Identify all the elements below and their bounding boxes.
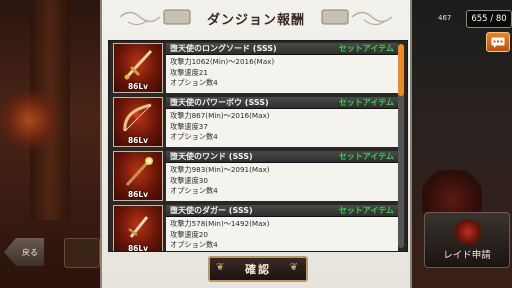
- raid-request-label: レイド申請: [443, 250, 491, 261]
- attack-power: 攻撃力1062(Min)〜2016(Max): [170, 57, 275, 66]
- set-item-tag: セットアイテム: [338, 44, 394, 53]
- item-header: 堕天使のワンド (SSS) セットアイテム: [166, 151, 398, 163]
- item-stats: 攻撃力983(Min)〜2091(Max) 攻撃速度30 オプション数4: [166, 163, 398, 201]
- item-header: 堕天使のパワーボウ (SSS) セットアイテム: [166, 97, 398, 109]
- item-stats: 攻撃力1062(Min)〜2016(Max) 攻撃速度21 オプション数4: [166, 55, 398, 93]
- chat-button[interactable]: [486, 32, 510, 52]
- attack-power: 攻撃力983(Min)〜2091(Max): [170, 165, 270, 174]
- item-level: 86Lv: [127, 82, 149, 91]
- item-stats: 攻撃力578(Min)〜1492(Max) 攻撃速度20 オプション数4: [166, 217, 398, 251]
- option-count: オプション数4: [170, 132, 218, 141]
- set-item-tag: セットアイテム: [338, 206, 394, 215]
- reward-list[interactable]: 86Lv 堕天使のロングソード (SSS) セットアイテム 攻撃力1062(Mi…: [108, 40, 408, 252]
- reward-item[interactable]: 86Lv 堕天使のパワーボウ (SSS) セットアイテム 攻撃力867(Min)…: [113, 97, 398, 147]
- reward-item[interactable]: 86Lv 堕天使のワンド (SSS) セットアイテム 攻撃力983(Min)〜2…: [113, 151, 398, 201]
- back-button-label: 戻る: [22, 247, 38, 257]
- item-name: 堕天使のダガー (SSS): [170, 206, 253, 215]
- reward-item[interactable]: 86Lv 堕天使のダガー (SSS) セットアイテム 攻撃力578(Min)〜1…: [113, 205, 398, 252]
- list-scrollbar[interactable]: [398, 44, 404, 248]
- chat-icon: [491, 33, 505, 52]
- background-torch: [0, 90, 60, 150]
- dungeon-reward-modal: ダンジョン報酬 86Lv 堕天使のロングソード (SSS) セットアイテム 攻撃…: [100, 0, 412, 288]
- raid-request-button[interactable]: レイド申請: [424, 212, 510, 268]
- raid-dragon-icon: [453, 219, 483, 245]
- item-header: 堕天使のダガー (SSS) セットアイテム: [166, 205, 398, 217]
- attack-speed: 攻撃速度37: [170, 121, 208, 131]
- attack-power: 攻撃力578(Min)〜1492(Max): [170, 219, 270, 228]
- attack-speed: 攻撃速度20: [170, 229, 208, 239]
- ornament-right-icon: ❦: [289, 262, 300, 273]
- attack-power: 攻撃力867(Min)〜2016(Max): [170, 111, 270, 120]
- item-level: 86Lv: [127, 244, 149, 252]
- item-thumbnail: 86Lv: [113, 97, 163, 147]
- item-thumbnail: 86Lv: [113, 43, 163, 93]
- item-level: 86Lv: [127, 190, 149, 199]
- item-level: 86Lv: [127, 136, 149, 145]
- confirm-button-label: 確認: [245, 263, 271, 276]
- item-name: 堕天使のワンド (SSS): [170, 152, 253, 161]
- stamina-counter: 655 / 80: [466, 10, 512, 28]
- set-item-tag: セットアイテム: [338, 152, 394, 161]
- item-thumbnail: 86Lv: [113, 205, 163, 252]
- ornament-left-icon: ❦: [216, 262, 227, 273]
- option-count: オプション数4: [170, 240, 218, 249]
- confirm-button[interactable]: ❦ 確認 ❦: [208, 256, 308, 282]
- attack-speed: 攻撃速度21: [170, 67, 208, 77]
- item-stats: 攻撃力867(Min)〜2016(Max) 攻撃速度37 オプション数4: [166, 109, 398, 147]
- reward-item[interactable]: 86Lv 堕天使のロングソード (SSS) セットアイテム 攻撃力1062(Mi…: [113, 43, 398, 93]
- item-name: 堕天使のパワーボウ (SSS): [170, 98, 269, 107]
- title-ornament-right: [320, 6, 394, 28]
- item-thumbnail: 86Lv: [113, 151, 163, 201]
- resource-count: 467: [438, 14, 452, 22]
- item-name: 堕天使のロングソード (SSS): [170, 44, 277, 53]
- set-item-tag: セットアイテム: [338, 98, 394, 107]
- scrollbar-thumb[interactable]: [398, 44, 404, 96]
- option-count: オプション数4: [170, 186, 218, 195]
- left-menu-chip[interactable]: [64, 238, 100, 268]
- attack-speed: 攻撃速度30: [170, 175, 208, 185]
- option-count: オプション数4: [170, 78, 218, 87]
- item-header: 堕天使のロングソード (SSS) セットアイテム: [166, 43, 398, 55]
